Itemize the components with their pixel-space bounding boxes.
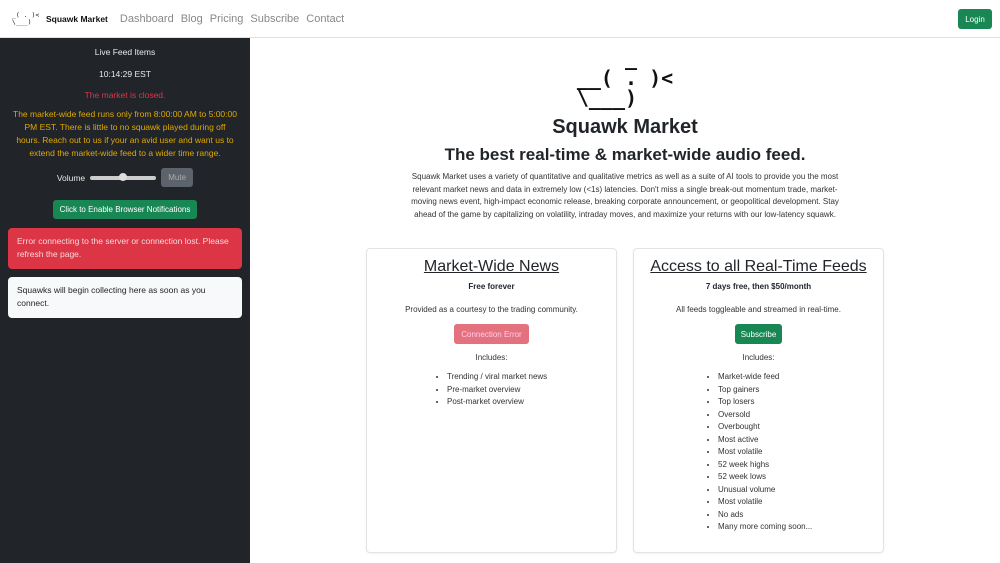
list-item: Trending / viral market news: [447, 371, 616, 384]
nav-dashboard[interactable]: Dashboard: [120, 13, 174, 25]
connection-error-button[interactable]: Connection Error: [454, 324, 529, 344]
list-item: Top losers: [718, 396, 883, 409]
list-item: No ads: [718, 509, 883, 522]
volume-control: Volume Mute: [0, 168, 250, 187]
logo-icon[interactable]: _( . )< \___): [8, 11, 39, 26]
feature-list: Trending / viral market news Pre-market …: [367, 371, 616, 409]
includes-label: Includes:: [475, 353, 508, 362]
list-item: Post-market overview: [447, 396, 616, 409]
list-item: Pre-market overview: [447, 384, 616, 397]
list-item: Market-wide feed: [718, 371, 883, 384]
clock: 10:14:29 EST: [99, 69, 151, 79]
feature-list: Market-wide feed Top gainers Top losers …: [634, 371, 883, 534]
hero-title: Squawk Market: [552, 116, 698, 138]
mute-button[interactable]: Mute: [161, 168, 194, 187]
enable-notifications-button[interactable]: Click to Enable Browser Notifications: [52, 200, 198, 219]
volume-slider[interactable]: [90, 172, 157, 181]
market-status: The market is closed.: [84, 90, 166, 100]
list-item: Many more coming soon...: [718, 521, 883, 534]
duck-logo-icon: _ __( . )< \___): [576, 46, 674, 110]
card-price: 7 days free, then $50/month: [705, 282, 812, 291]
pricing-cards: Market-Wide News Free forever Provided a…: [366, 248, 884, 553]
subscribe-button[interactable]: Subscribe: [734, 324, 783, 344]
list-item: Top gainers: [718, 384, 883, 397]
navbar: _( . )< \___) Squawk Market Dashboard Bl…: [0, 0, 1000, 38]
list-item: 52 week lows: [718, 471, 883, 484]
nav-blog[interactable]: Blog: [181, 13, 203, 25]
card-description: Provided as a courtesy to the trading co…: [405, 305, 578, 314]
card-title: Access to all Real-Time Feeds: [650, 258, 867, 275]
volume-slider-thumb[interactable]: [119, 172, 128, 181]
list-item: Most volatile: [718, 496, 883, 509]
list-item: Oversold: [718, 409, 883, 422]
list-item: Most active: [718, 434, 883, 447]
nav-subscribe[interactable]: Subscribe: [250, 13, 299, 25]
free-plan-card: Market-Wide News Free forever Provided a…: [366, 248, 617, 553]
premium-plan-card: Access to all Real-Time Feeds 7 days fre…: [633, 248, 884, 553]
connection-error-alert: Error connecting to the server or connec…: [8, 228, 242, 269]
hero-subtitle: The best real-time & market-wide audio f…: [444, 145, 806, 164]
feed-title: Live Feed Items: [94, 47, 156, 57]
nav-pricing[interactable]: Pricing: [210, 13, 244, 25]
card-title: Market-Wide News: [423, 258, 560, 275]
card-description: All feeds toggleable and streamed in rea…: [676, 305, 841, 314]
card-price: Free forever: [468, 282, 515, 291]
hours-warning: The market-wide feed runs only from 8:00…: [13, 109, 237, 158]
nav-contact[interactable]: Contact: [306, 13, 344, 25]
volume-label: Volume: [56, 172, 86, 183]
list-item: 52 week highs: [718, 459, 883, 472]
main-content: _ __( . )< \___) Squawk Market The best …: [250, 38, 1000, 563]
includes-label: Includes:: [742, 353, 775, 362]
list-item: Unusual volume: [718, 484, 883, 497]
login-button[interactable]: Login: [958, 9, 992, 29]
list-item: Most volatile: [718, 446, 883, 459]
brand-name[interactable]: Squawk Market: [46, 14, 108, 24]
squawks-info-alert: Squawks will begin collecting here as so…: [8, 277, 242, 318]
live-feed-sidebar: Live Feed Items 10:14:29 EST The market …: [0, 38, 250, 563]
hero-description: Squawk Market uses a variety of quantita…: [411, 172, 839, 219]
list-item: Overbought: [718, 421, 883, 434]
